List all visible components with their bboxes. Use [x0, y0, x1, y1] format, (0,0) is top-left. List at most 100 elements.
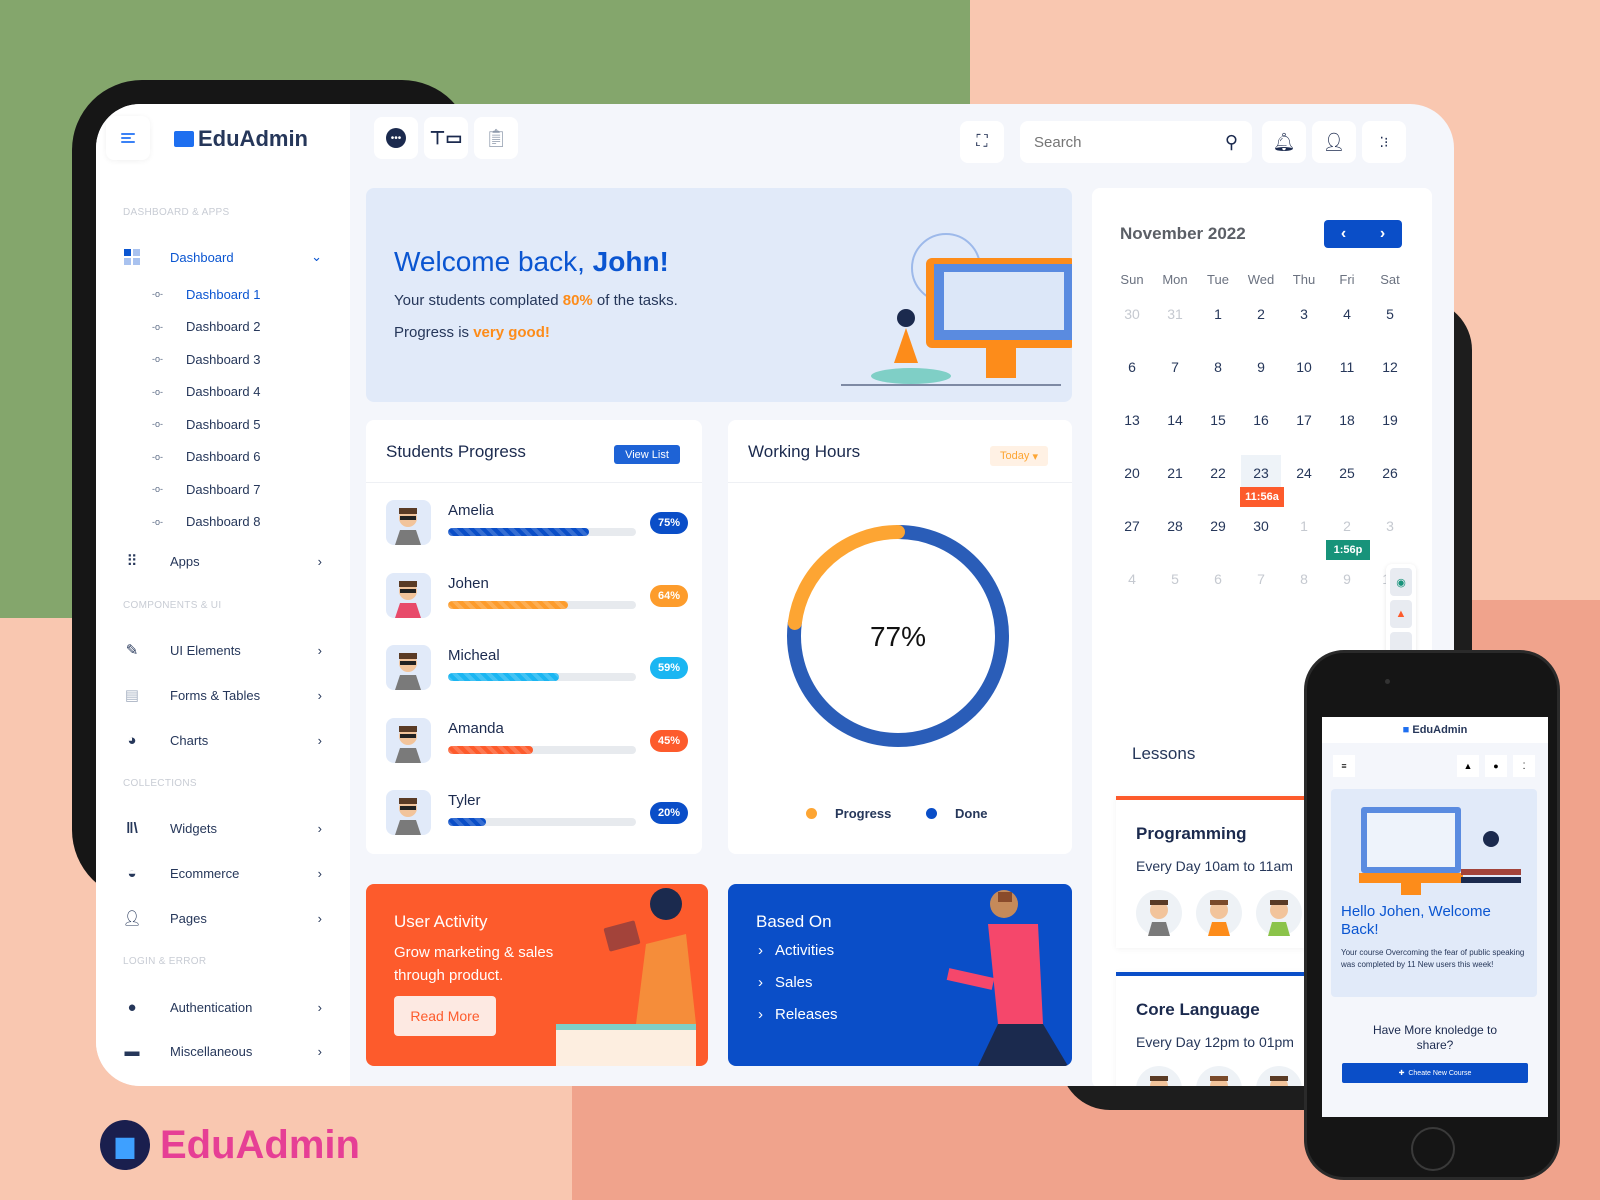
- calendar-day[interactable]: 20: [1112, 465, 1152, 481]
- sidebar-item-pages[interactable]: 👤︎ Pages ›: [122, 903, 322, 933]
- calendar-day[interactable]: 8: [1198, 359, 1238, 375]
- calendar-day[interactable]: 11: [1327, 359, 1367, 375]
- calendar-day[interactable]: 14: [1155, 412, 1195, 428]
- calendar-day[interactable]: 5: [1155, 571, 1195, 587]
- based-on-card: Based On › Activities › Sales › Releases: [728, 884, 1072, 1066]
- progress-bar: [448, 673, 636, 681]
- calendar-day[interactable]: 28: [1155, 518, 1195, 534]
- calendar-event[interactable]: 11:56a: [1240, 487, 1284, 507]
- phone-mockup: ■ EduAdmin ≡ ▲ ● ⁚ Hello Johen, Welcome …: [1304, 650, 1560, 1180]
- calendar-day[interactable]: 26: [1370, 465, 1410, 481]
- camera-icon[interactable]: ◉: [1390, 568, 1412, 596]
- calendar-day[interactable]: 24: [1284, 465, 1324, 481]
- calendar-day[interactable]: 13: [1112, 412, 1152, 428]
- today-dropdown[interactable]: Today ▾: [990, 446, 1048, 466]
- prev-month-button[interactable]: ‹: [1341, 225, 1346, 243]
- calendar-day[interactable]: 16: [1241, 412, 1281, 428]
- calendar-day[interactable]: 10: [1284, 359, 1324, 375]
- lesson-name: Programming: [1136, 824, 1247, 843]
- floating-toolbar: ◉ ▲: [1386, 564, 1416, 664]
- calendar-day[interactable]: 9: [1327, 571, 1367, 587]
- calendar-day[interactable]: 5: [1370, 306, 1410, 322]
- calendar-day[interactable]: 4: [1327, 306, 1367, 322]
- phone-user-icon[interactable]: ●: [1485, 755, 1507, 777]
- sidebar-item-ecommerce[interactable]: ◒ Ecommerce ›: [122, 858, 322, 888]
- sidebar-item-label: Charts: [170, 732, 209, 748]
- calendar-day[interactable]: 2: [1327, 518, 1367, 534]
- sidebar-subitem-dashboard-2[interactable]: -o- Dashboard 2: [152, 315, 260, 339]
- phone-settings-icon[interactable]: ⁚: [1513, 755, 1535, 777]
- sidebar-subitem-dashboard-7[interactable]: -o- Dashboard 7: [152, 477, 260, 501]
- calendar-day[interactable]: 4: [1112, 571, 1152, 587]
- calendar-day[interactable]: 3: [1370, 518, 1410, 534]
- calendar-day[interactable]: 19: [1370, 412, 1410, 428]
- search-input[interactable]: [1034, 133, 1204, 151]
- chat-button[interactable]: •••: [374, 117, 418, 159]
- lesson-card[interactable]: Programming Every Day 10am to 11am: [1116, 796, 1306, 948]
- sidebar-item-miscellaneous[interactable]: ▬ Miscellaneous ›: [122, 1036, 323, 1066]
- calendar-day[interactable]: 9: [1241, 359, 1281, 375]
- calendar-day[interactable]: 23: [1241, 455, 1281, 487]
- phone-illustration: [1359, 807, 1521, 895]
- pie-chart-icon: ◕: [127, 731, 137, 749]
- search-icon[interactable]: ⚲: [1225, 132, 1238, 153]
- based-on-item[interactable]: › Releases: [758, 1006, 838, 1023]
- sidebar-item-forms-tables[interactable]: ▤ Forms & Tables ›: [122, 680, 322, 710]
- image-icon[interactable]: ▲: [1390, 600, 1412, 628]
- calendar-day[interactable]: 3: [1284, 306, 1324, 322]
- calendar-day[interactable]: 21: [1155, 465, 1195, 481]
- sidebar-item-ui-elements[interactable]: ✎ UI Elements ›: [122, 635, 322, 665]
- circle-bullet-icon: -o-: [152, 516, 163, 527]
- calendar-day[interactable]: 6: [1112, 359, 1152, 375]
- calendar-day[interactable]: 22: [1198, 465, 1238, 481]
- calendar-day[interactable]: 15: [1198, 412, 1238, 428]
- calendar-day[interactable]: 25: [1327, 465, 1367, 481]
- calendar-day[interactable]: 1: [1284, 518, 1324, 534]
- fullscreen-button[interactable]: ⛶: [960, 121, 1004, 163]
- calendar-day[interactable]: 27: [1112, 518, 1152, 534]
- view-list-button[interactable]: View List: [614, 445, 680, 464]
- settings-button[interactable]: ⁚⁝: [1362, 121, 1406, 163]
- sidebar-item-dashboard[interactable]: Dashboard ⌄: [122, 242, 322, 272]
- based-on-item[interactable]: › Sales: [758, 974, 813, 991]
- calendar-day[interactable]: 17: [1284, 412, 1324, 428]
- sidebar-subitem-dashboard-8[interactable]: -o- Dashboard 8: [152, 510, 260, 534]
- sidebar-subitem-dashboard-4[interactable]: -o- Dashboard 4: [152, 380, 260, 404]
- create-course-button[interactable]: ✚ Cheate New Course: [1342, 1063, 1528, 1083]
- calendar-day[interactable]: 1: [1198, 306, 1238, 322]
- based-on-item[interactable]: › Activities: [758, 942, 834, 959]
- board-button[interactable]: ⊤▭: [424, 117, 468, 159]
- calendar-day[interactable]: 29: [1198, 518, 1238, 534]
- sidebar-subitem-dashboard-6[interactable]: -o- Dashboard 6: [152, 445, 260, 469]
- calendar-day[interactable]: 18: [1327, 412, 1367, 428]
- sidebar-item-widgets[interactable]: ‖\ Widgets ›: [122, 813, 322, 843]
- search-box[interactable]: ⚲: [1020, 121, 1252, 163]
- sidebar-subitem-dashboard-5[interactable]: -o- Dashboard 5: [152, 412, 260, 436]
- calendar-day[interactable]: 6: [1198, 571, 1238, 587]
- phone-bell-icon[interactable]: ▲: [1457, 755, 1479, 777]
- phone-menu-button[interactable]: ≡: [1333, 755, 1355, 777]
- sidebar-item-authentication[interactable]: ● Authentication ›: [122, 992, 322, 1022]
- notifications-button[interactable]: 🔔︎: [1262, 121, 1306, 163]
- sidebar-subitem-dashboard-3[interactable]: -o- Dashboard 3: [152, 347, 260, 371]
- calendar-day[interactable]: 12: [1370, 359, 1410, 375]
- lesson-card[interactable]: Core Language Every Day 12pm to 01pm: [1116, 972, 1306, 1086]
- calendar-day[interactable]: 30: [1112, 306, 1152, 322]
- calendar-day[interactable]: 2: [1241, 306, 1281, 322]
- logo[interactable]: EduAdmin: [174, 126, 308, 152]
- next-month-button[interactable]: ›: [1380, 225, 1385, 243]
- sidebar-item-charts[interactable]: ◕ Charts ›: [122, 725, 322, 755]
- sidebar-subitem-dashboard-1[interactable]: -o- Dashboard 1: [152, 282, 260, 306]
- calendar-day[interactable]: 8: [1284, 571, 1324, 587]
- card-title: Working Hours: [748, 442, 861, 461]
- read-more-button[interactable]: Read More: [394, 996, 496, 1036]
- calendar-day[interactable]: 7: [1241, 571, 1281, 587]
- menu-toggle-button[interactable]: [106, 116, 150, 160]
- calendar-day[interactable]: 7: [1155, 359, 1195, 375]
- calendar-day[interactable]: 31: [1155, 306, 1195, 322]
- calendar-day[interactable]: 30: [1241, 518, 1281, 534]
- clipboard-button[interactable]: 📋︎: [474, 117, 518, 159]
- profile-button[interactable]: 👤︎: [1312, 121, 1356, 163]
- calendar-event[interactable]: 1:56p: [1326, 540, 1370, 560]
- sidebar-item-apps[interactable]: ⠿ Apps ›: [122, 546, 323, 576]
